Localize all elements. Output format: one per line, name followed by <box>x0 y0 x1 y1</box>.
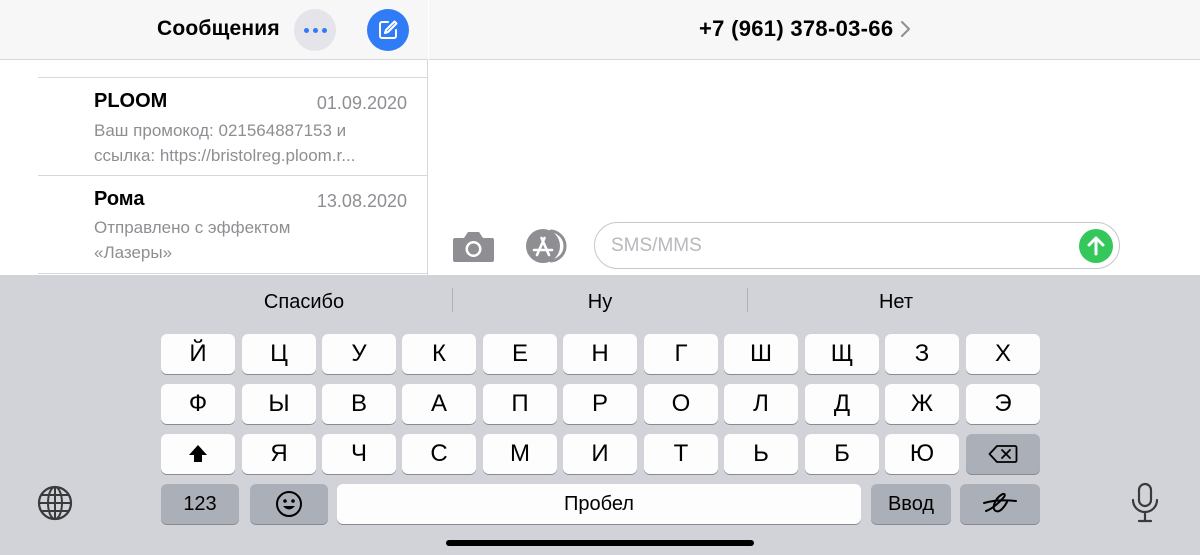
dictation-button[interactable] <box>1130 482 1160 524</box>
divider <box>747 288 748 312</box>
key[interactable]: В <box>322 384 396 424</box>
key[interactable]: Л <box>724 384 798 424</box>
globe-icon <box>37 485 73 521</box>
shift-key[interactable] <box>161 434 235 474</box>
contact-title[interactable]: +7 (961) 378-03-66 <box>699 16 911 42</box>
key[interactable]: Г <box>644 334 718 374</box>
app-store-button[interactable] <box>522 226 570 266</box>
chat-header: +7 (961) 378-03-66 <box>429 0 1200 60</box>
divider <box>452 288 453 312</box>
key[interactable]: Ц <box>242 334 316 374</box>
compose-button[interactable] <box>367 9 409 51</box>
key[interactable]: А <box>402 384 476 424</box>
conversation-name: PLOOM <box>94 90 168 112</box>
camera-button[interactable] <box>451 226 496 266</box>
key[interactable]: Ь <box>724 434 798 474</box>
microphone-icon <box>1131 482 1159 523</box>
conversation-name: Рома <box>94 188 145 210</box>
conversation-item-ploom[interactable]: PLOOM 01.09.2020 Ваш промокод: 021564887… <box>38 78 428 176</box>
compose-icon <box>379 20 398 39</box>
key[interactable]: К <box>402 334 476 374</box>
app-store-icon <box>526 229 567 263</box>
key[interactable]: И <box>563 434 637 474</box>
suggestion-1[interactable]: Спасибо <box>209 291 399 314</box>
key[interactable]: Ю <box>885 434 959 474</box>
conversation-date: 01.09.2020 <box>316 93 407 113</box>
emoji-icon <box>276 491 302 517</box>
chevron-right-icon <box>901 21 911 37</box>
return-key[interactable]: Ввод <box>871 484 951 524</box>
key[interactable]: Ж <box>885 384 959 424</box>
conversation-preview-line2: ссылка: https://bristolreg.ploom.r... <box>94 146 356 165</box>
key[interactable]: Й <box>161 334 235 374</box>
key[interactable]: У <box>322 334 396 374</box>
numbers-key[interactable]: 123 <box>161 484 239 524</box>
keyboard: Спасибо Ну Нет Й Ц У К Е Н Г Ш Щ З Х Ф Ы… <box>0 275 1200 555</box>
delete-key[interactable] <box>966 434 1040 474</box>
camera-icon <box>453 232 494 262</box>
key[interactable]: Е <box>483 334 557 374</box>
key[interactable]: З <box>885 334 959 374</box>
key[interactable]: Я <box>242 434 316 474</box>
key[interactable]: Ш <box>724 334 798 374</box>
backspace-icon <box>988 445 1018 463</box>
key[interactable]: П <box>483 384 557 424</box>
more-options-button[interactable] <box>294 9 336 51</box>
emoji-key[interactable] <box>250 484 328 524</box>
key[interactable]: О <box>644 384 718 424</box>
key[interactable]: Ч <box>322 434 396 474</box>
key[interactable]: М <box>483 434 557 474</box>
message-input-field[interactable] <box>594 222 1120 269</box>
handwriting-key[interactable] <box>960 484 1040 524</box>
home-indicator[interactable] <box>446 540 754 546</box>
page-title: Сообщения <box>157 17 280 40</box>
key[interactable]: Э <box>966 384 1040 424</box>
conversation-preview-line2: «Лазеры» <box>94 243 173 262</box>
handwriting-icon <box>983 492 1017 513</box>
dot-icon <box>312 27 318 33</box>
dot-icon <box>321 27 327 33</box>
conversation-list-header: Сообщения <box>0 0 428 60</box>
key[interactable]: Ы <box>242 384 316 424</box>
globe-button[interactable] <box>36 484 74 522</box>
key[interactable]: Б <box>805 434 879 474</box>
conversation-item-roma[interactable]: Рома 13.08.2020 Отправлено с эффектом «Л… <box>38 176 428 274</box>
space-key[interactable]: Пробел <box>337 484 861 524</box>
key[interactable]: Д <box>805 384 879 424</box>
key[interactable]: Ф <box>161 384 235 424</box>
key[interactable]: Х <box>966 334 1040 374</box>
key[interactable]: С <box>402 434 476 474</box>
send-button[interactable] <box>1079 229 1113 263</box>
arrow-up-icon <box>1087 236 1105 256</box>
suggestion-2[interactable]: Ну <box>505 291 695 314</box>
contact-number: +7 (961) 378-03-66 <box>699 16 894 41</box>
conversation-preview-line1: Ваш промокод: 021564887153 и <box>94 121 347 140</box>
messages-app: Сообщения PLOOM 01.09.2020 Ваш промокод:… <box>0 0 1200 555</box>
key[interactable]: Р <box>563 384 637 424</box>
suggestion-3[interactable]: Нет <box>801 291 991 314</box>
conversation-preview-line1: Отправлено с эффектом <box>94 218 291 237</box>
key[interactable]: Т <box>644 434 718 474</box>
key[interactable]: Н <box>563 334 637 374</box>
message-input[interactable] <box>611 233 1051 259</box>
conversation-date: 13.08.2020 <box>316 191 407 211</box>
dot-icon <box>303 27 309 33</box>
shift-icon <box>189 445 207 462</box>
key[interactable]: Щ <box>805 334 879 374</box>
conversation-list-pane: Сообщения PLOOM 01.09.2020 Ваш промокод:… <box>0 0 428 275</box>
